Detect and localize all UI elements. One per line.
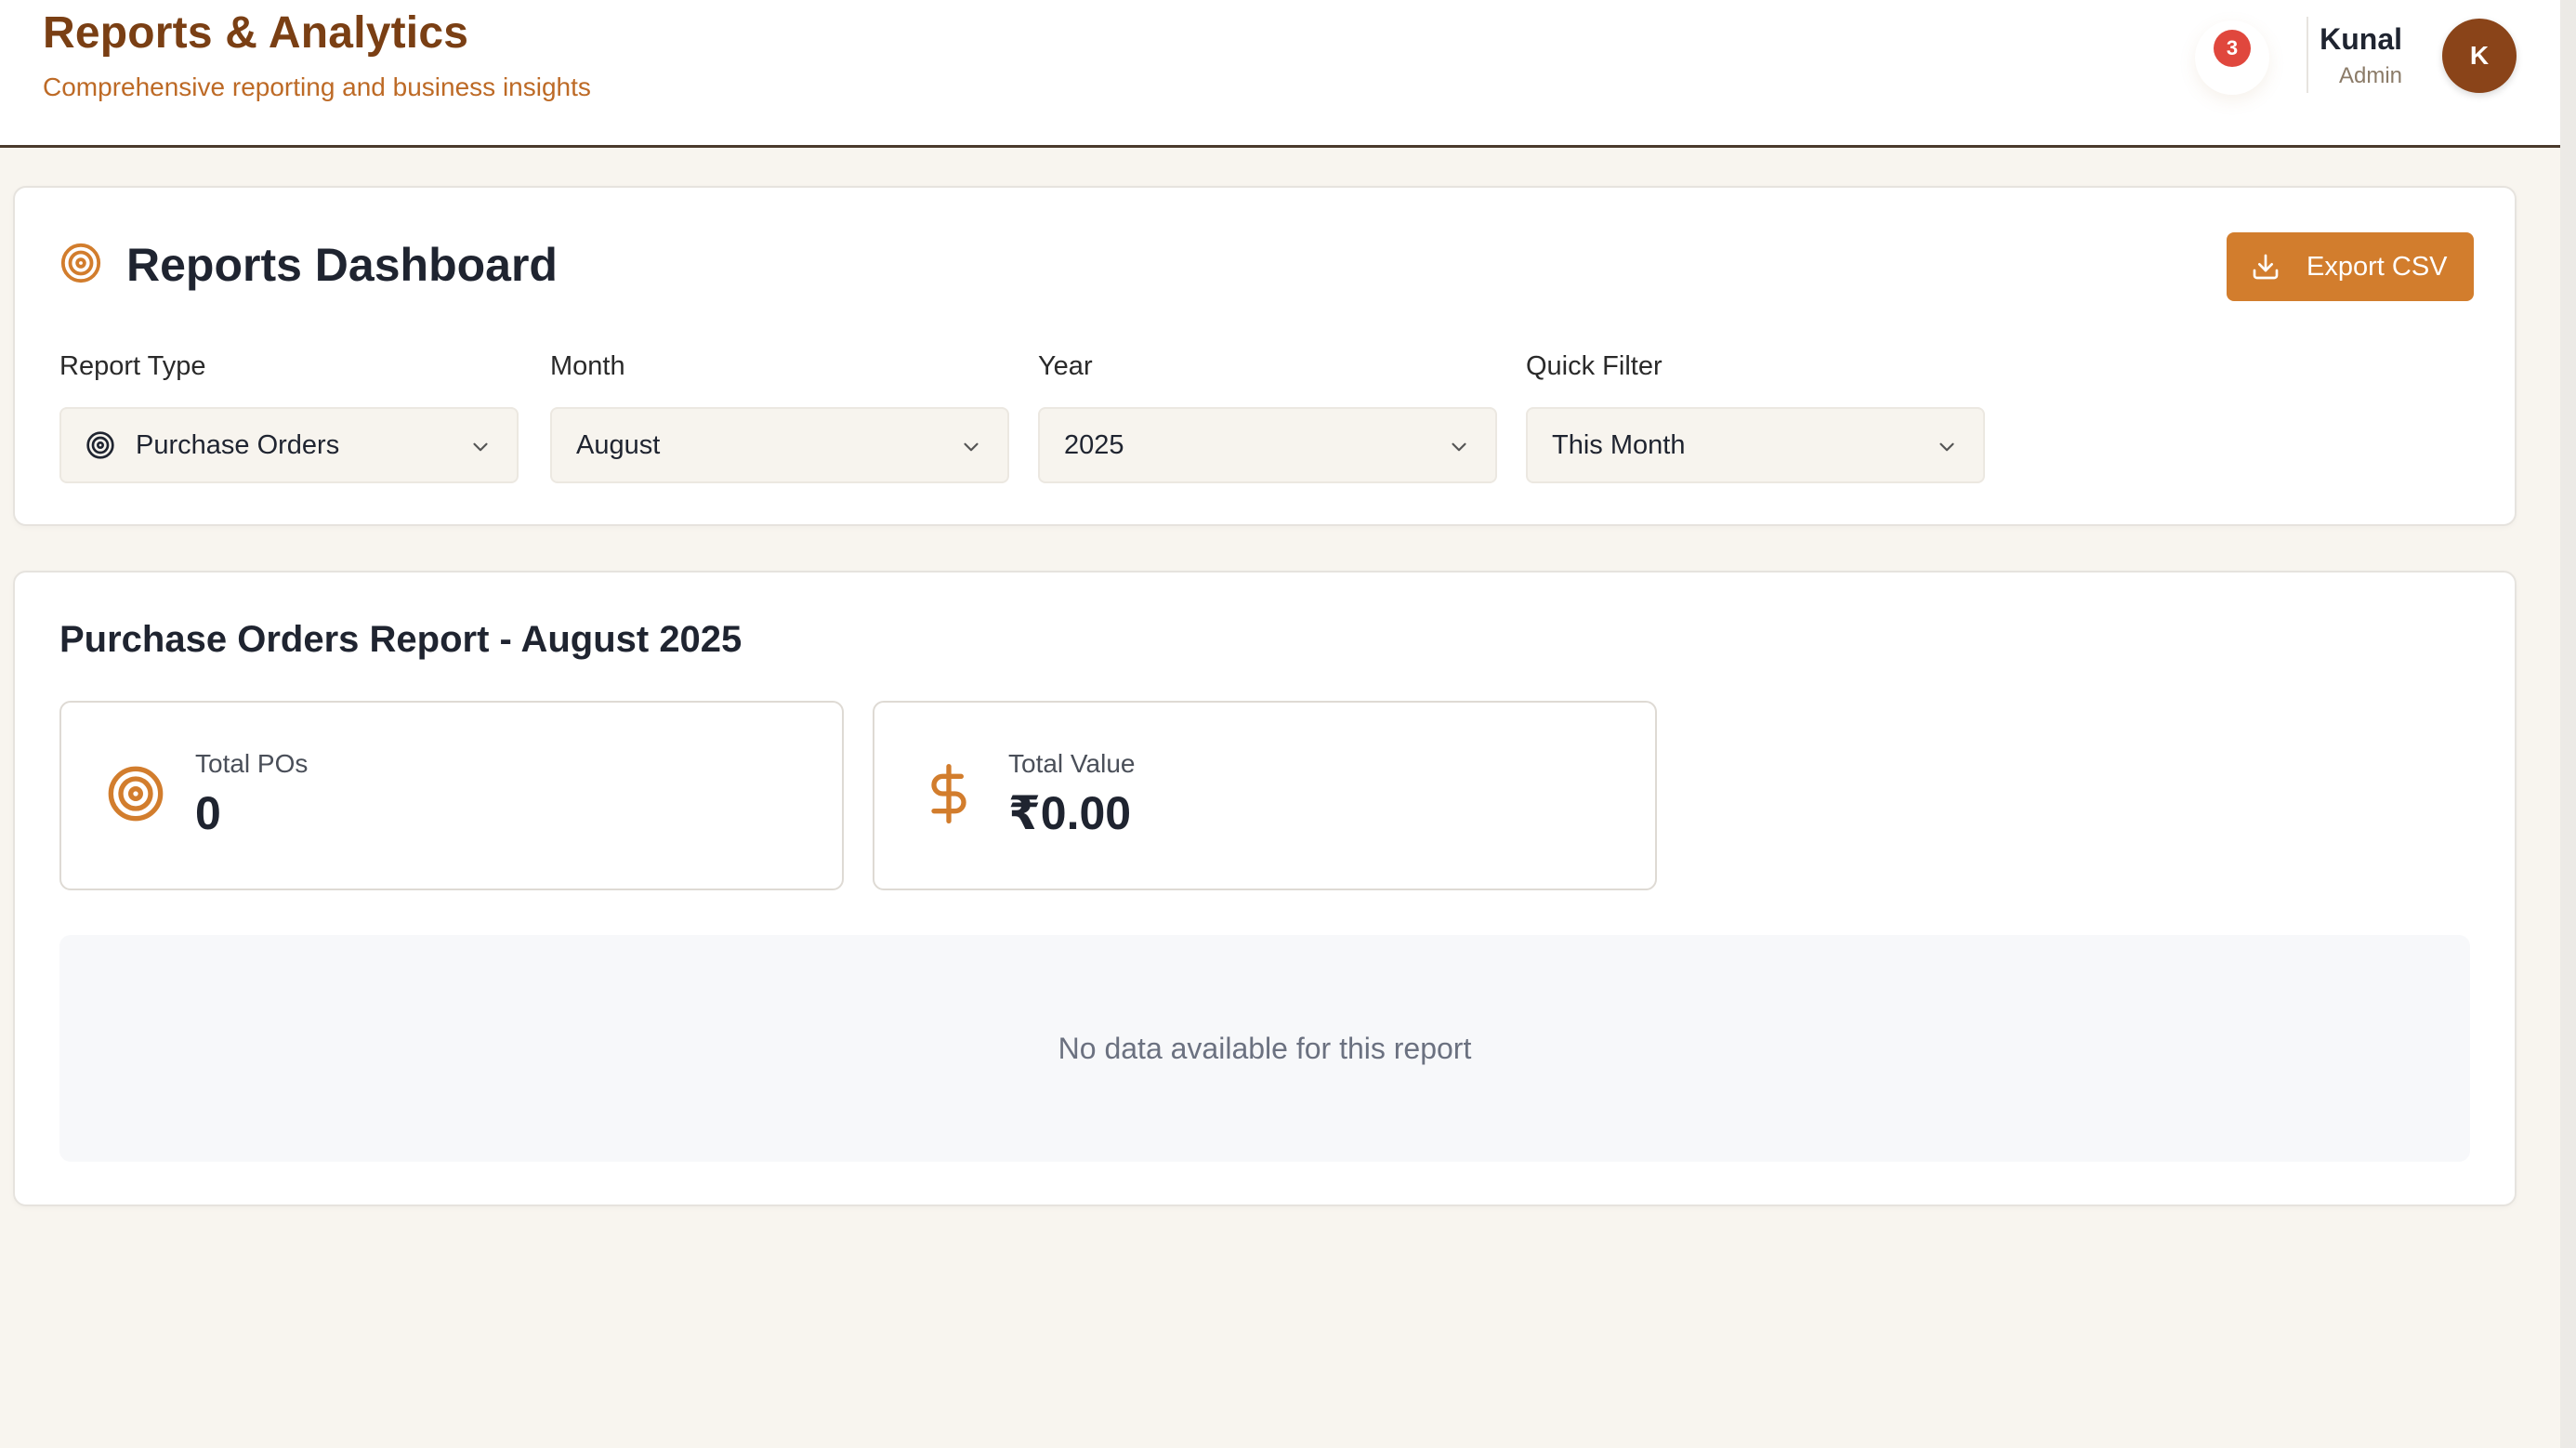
chevron-down-icon xyxy=(1452,442,1466,452)
user-name: Kunal xyxy=(2320,22,2402,56)
month-select[interactable]: August xyxy=(550,407,1009,483)
avatar[interactable]: K xyxy=(2442,19,2517,93)
year-value: 2025 xyxy=(1064,429,1124,460)
stat-value: 0 xyxy=(195,787,221,839)
window-edge xyxy=(2560,0,2576,1448)
top-header: Reports & Analytics Comprehensive report… xyxy=(0,0,2560,148)
report-type-value: Purchase Orders xyxy=(136,429,340,460)
report-card: Purchase Orders Report - August 2025 Tot… xyxy=(13,571,2517,1206)
chevron-down-icon xyxy=(1939,442,1954,452)
target-icon xyxy=(108,766,164,822)
user-role: Admin xyxy=(2338,63,2402,88)
download-icon xyxy=(2253,254,2279,280)
export-csv-label: Export CSV xyxy=(2307,251,2448,282)
empty-state-message: No data available for this report xyxy=(1058,1031,1472,1065)
page-title: Reports & Analytics xyxy=(43,8,469,58)
empty-state: No data available for this report xyxy=(59,935,2470,1162)
dashboard-title: Reports Dashboard xyxy=(126,239,558,291)
dollar-icon xyxy=(931,764,966,823)
total-value-stat-card: Total Value ₹0.00 xyxy=(873,701,1657,890)
year-select[interactable]: 2025 xyxy=(1038,407,1497,483)
export-csv-button[interactable]: Export CSV xyxy=(2227,232,2474,301)
chevron-down-icon xyxy=(964,442,979,452)
notification-count-badge: 3 xyxy=(2214,30,2251,67)
stat-value: ₹0.00 xyxy=(1008,787,1132,839)
stat-label: Total POs xyxy=(195,749,309,778)
total-pos-stat-card: Total POs 0 xyxy=(59,701,844,890)
chevron-down-icon xyxy=(473,442,488,452)
quick-filter-value: This Month xyxy=(1552,429,1686,460)
page-subtitle: Comprehensive reporting and business ins… xyxy=(43,72,591,101)
header-divider xyxy=(2307,17,2308,93)
month-label: Month xyxy=(550,351,625,381)
report-title: Purchase Orders Report - August 2025 xyxy=(59,619,743,660)
year-label: Year xyxy=(1038,351,1093,381)
stat-label: Total Value xyxy=(1008,749,1136,778)
quick-filter-label: Quick Filter xyxy=(1526,351,1663,381)
target-icon xyxy=(86,431,114,459)
quick-filter-select[interactable]: This Month xyxy=(1526,407,1985,483)
month-value: August xyxy=(576,429,661,460)
report-type-select[interactable]: Purchase Orders xyxy=(59,407,519,483)
reports-dashboard-card: Reports Dashboard Export CSV Report Type… xyxy=(13,186,2517,526)
target-icon xyxy=(60,243,101,283)
report-type-label: Report Type xyxy=(59,351,206,381)
